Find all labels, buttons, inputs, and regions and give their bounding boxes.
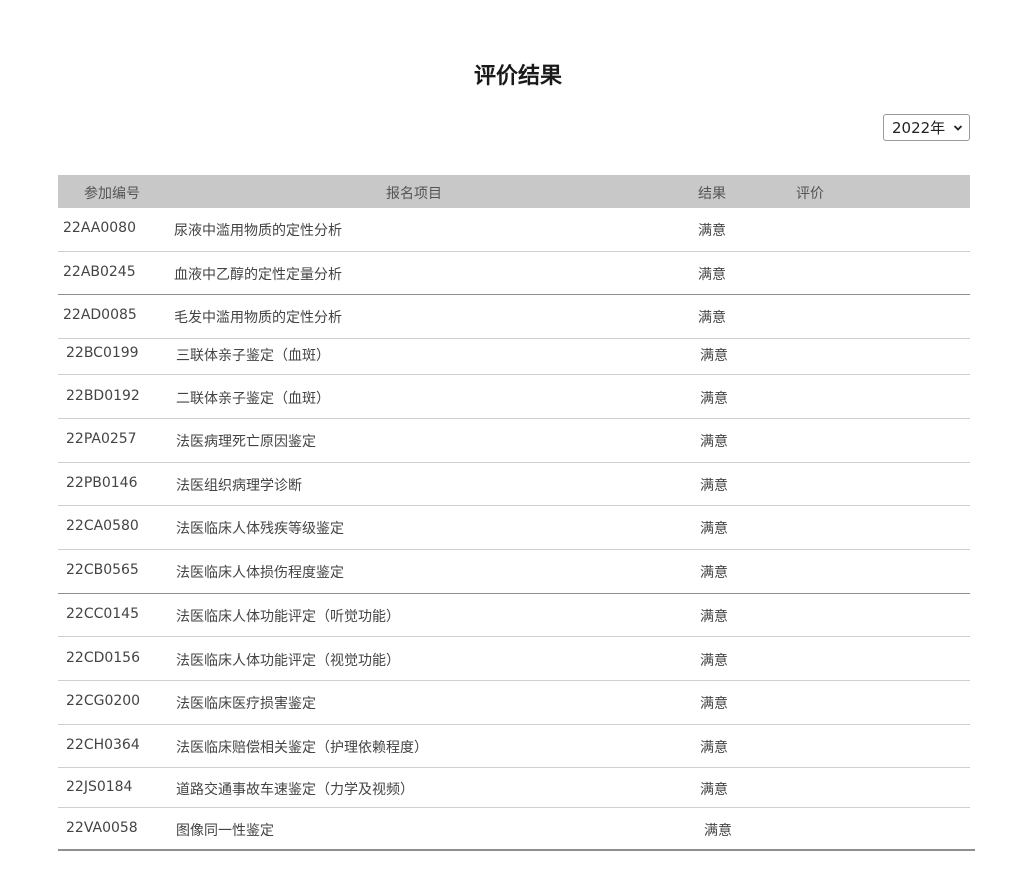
table-row: 22PB0146 法医组织病理学诊断 满意 bbox=[58, 463, 970, 506]
table-row: 22CG0200 法医临床医疗损害鉴定 满意 bbox=[58, 681, 970, 725]
cell-item: 法医临床赔偿相关鉴定（护理依赖程度） bbox=[176, 740, 428, 756]
table-row: 22BD0192 二联体亲子鉴定（血斑） 满意 bbox=[58, 375, 970, 419]
cell-item: 毛发中滥用物质的定性分析 bbox=[174, 310, 342, 326]
cell-id: 22AB0245 bbox=[63, 264, 136, 280]
table-header: 参加编号 报名项目 结果 评价 bbox=[58, 175, 970, 208]
cell-item: 法医临床人体功能评定（视觉功能） bbox=[176, 653, 400, 669]
cell-item: 三联体亲子鉴定（血斑） bbox=[176, 348, 330, 364]
cell-item: 法医组织病理学诊断 bbox=[176, 478, 302, 494]
cell-item: 法医临床人体功能评定（听觉功能） bbox=[176, 609, 400, 625]
cell-item: 血液中乙醇的定性定量分析 bbox=[174, 267, 342, 283]
cell-id: 22CA0580 bbox=[66, 518, 139, 534]
page-title: 评价结果 bbox=[473, 64, 562, 89]
cell-id: 22CD0156 bbox=[66, 650, 140, 666]
table-row: 22BC0199 三联体亲子鉴定（血斑） 满意 bbox=[58, 339, 970, 375]
cell-result: 满意 bbox=[700, 782, 728, 798]
cell-id: 22CB0565 bbox=[66, 562, 139, 578]
results-table: 参加编号 报名项目 结果 评价 22AA0080 尿液中滥用物质的定性分析 满意… bbox=[58, 175, 975, 851]
table-row: 22AD0085 毛发中滥用物质的定性分析 满意 bbox=[58, 295, 970, 339]
cell-result: 满意 bbox=[700, 653, 728, 669]
cell-item: 尿液中滥用物质的定性分析 bbox=[174, 223, 342, 239]
table-row: 22AA0080 尿液中滥用物质的定性分析 满意 bbox=[58, 208, 970, 252]
cell-result: 满意 bbox=[700, 609, 728, 625]
cell-item: 法医病理死亡原因鉴定 bbox=[176, 434, 316, 450]
cell-id: 22CC0145 bbox=[66, 606, 139, 622]
cell-result: 满意 bbox=[700, 740, 728, 756]
cell-result: 满意 bbox=[698, 223, 726, 239]
cell-result: 满意 bbox=[700, 348, 728, 364]
header-id: 参加编号 bbox=[84, 186, 140, 202]
cell-result: 满意 bbox=[700, 565, 728, 581]
cell-result: 满意 bbox=[700, 478, 728, 494]
table-row: 22CD0156 法医临床人体功能评定（视觉功能） 满意 bbox=[58, 637, 970, 681]
header-result: 结果 bbox=[698, 186, 726, 202]
table-row: 22VA0058 图像同一性鉴定 满意 bbox=[58, 808, 975, 851]
cell-id: 22BC0199 bbox=[66, 345, 139, 361]
cell-id: 22PB0146 bbox=[66, 475, 138, 491]
cell-result: 满意 bbox=[698, 267, 726, 283]
cell-id: 22AD0085 bbox=[63, 307, 137, 323]
table-row: 22CH0364 法医临床赔偿相关鉴定（护理依赖程度） 满意 bbox=[58, 725, 970, 768]
cell-id: 22CG0200 bbox=[66, 693, 141, 709]
table-row: 22JS0184 道路交通事故车速鉴定（力学及视频） 满意 bbox=[58, 768, 970, 808]
cell-result: 满意 bbox=[698, 310, 726, 326]
cell-id: 22JS0184 bbox=[66, 779, 133, 795]
cell-result: 满意 bbox=[700, 521, 728, 537]
year-select[interactable]: 2022年 bbox=[883, 114, 970, 141]
cell-id: 22PA0257 bbox=[66, 431, 137, 447]
header-item: 报名项目 bbox=[386, 186, 442, 202]
cell-id: 22CH0364 bbox=[66, 737, 140, 753]
cell-item: 道路交通事故车速鉴定（力学及视频） bbox=[176, 782, 414, 798]
table-row: 22PA0257 法医病理死亡原因鉴定 满意 bbox=[58, 419, 970, 463]
cell-result: 满意 bbox=[700, 391, 728, 407]
cell-item: 法医临床医疗损害鉴定 bbox=[176, 696, 316, 712]
table-row: 22AB0245 血液中乙醇的定性定量分析 满意 bbox=[58, 252, 970, 295]
cell-id: 22AA0080 bbox=[63, 220, 136, 236]
cell-result: 满意 bbox=[700, 696, 728, 712]
cell-item: 法医临床人体损伤程度鉴定 bbox=[176, 565, 344, 581]
cell-id: 22VA0058 bbox=[66, 820, 138, 836]
chevron-down-icon bbox=[953, 118, 963, 141]
cell-result: 满意 bbox=[700, 434, 728, 450]
table-row: 22CB0565 法医临床人体损伤程度鉴定 满意 bbox=[58, 550, 970, 594]
year-select-value: 2022年 bbox=[892, 119, 946, 137]
cell-item: 法医临床人体残疾等级鉴定 bbox=[176, 521, 344, 537]
cell-item: 图像同一性鉴定 bbox=[176, 823, 274, 839]
header-evaluation: 评价 bbox=[796, 186, 824, 202]
cell-id: 22BD0192 bbox=[66, 388, 140, 404]
cell-item: 二联体亲子鉴定（血斑） bbox=[176, 391, 330, 407]
table-row: 22CA0580 法医临床人体残疾等级鉴定 满意 bbox=[58, 506, 970, 550]
cell-result: 满意 bbox=[704, 823, 732, 839]
table-row: 22CC0145 法医临床人体功能评定（听觉功能） 满意 bbox=[58, 594, 970, 637]
